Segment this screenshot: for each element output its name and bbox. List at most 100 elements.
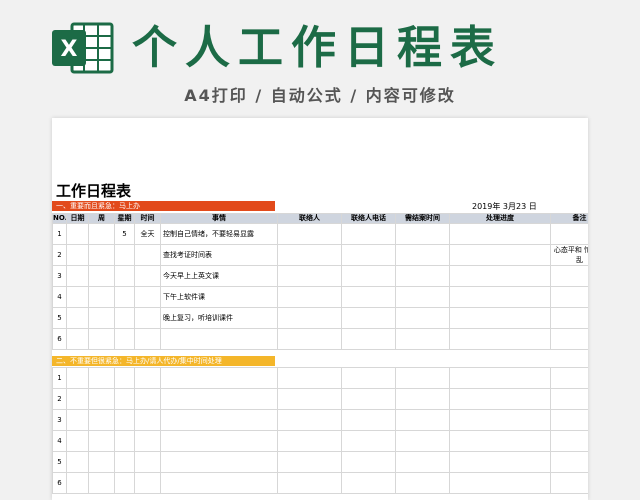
cell-progress[interactable] bbox=[449, 307, 551, 329]
cell-progress[interactable] bbox=[449, 265, 551, 287]
cell-weekday[interactable] bbox=[114, 409, 135, 431]
cell-weekday[interactable] bbox=[114, 286, 135, 308]
cell-phone[interactable] bbox=[341, 451, 396, 473]
cell-weekday[interactable] bbox=[114, 328, 135, 350]
cell-task[interactable] bbox=[160, 451, 278, 473]
cell-note[interactable] bbox=[550, 451, 588, 473]
cell-weekday[interactable] bbox=[114, 367, 135, 389]
cell-time[interactable] bbox=[134, 265, 161, 287]
cell-time[interactable] bbox=[134, 307, 161, 329]
cell-week[interactable] bbox=[88, 409, 115, 431]
cell-week[interactable] bbox=[88, 328, 115, 350]
col-header-weekday[interactable]: 星期 bbox=[114, 213, 135, 224]
cell-date[interactable] bbox=[66, 409, 89, 431]
cell-time[interactable] bbox=[134, 286, 161, 308]
cell-date[interactable] bbox=[66, 451, 89, 473]
col-header-date[interactable]: 日期 bbox=[66, 213, 89, 224]
cell-no[interactable]: 2 bbox=[52, 244, 67, 266]
cell-date[interactable] bbox=[66, 307, 89, 329]
cell-progress[interactable] bbox=[449, 472, 551, 494]
col-header-note[interactable]: 备注 bbox=[550, 213, 588, 224]
cell-contact[interactable] bbox=[277, 244, 342, 266]
col-header-phone[interactable]: 联络人电话 bbox=[341, 213, 396, 224]
cell-contact[interactable] bbox=[277, 367, 342, 389]
cell-week[interactable] bbox=[88, 307, 115, 329]
cell-task[interactable] bbox=[160, 388, 278, 410]
cell-deadline[interactable] bbox=[395, 430, 450, 452]
cell-deadline[interactable] bbox=[395, 286, 450, 308]
cell-deadline[interactable] bbox=[395, 409, 450, 431]
cell-progress[interactable] bbox=[449, 430, 551, 452]
cell-note[interactable] bbox=[550, 388, 588, 410]
cell-weekday[interactable] bbox=[114, 307, 135, 329]
cell-task[interactable] bbox=[160, 472, 278, 494]
cell-no[interactable]: 5 bbox=[52, 451, 67, 473]
cell-no[interactable]: 6 bbox=[52, 472, 67, 494]
cell-week[interactable] bbox=[88, 367, 115, 389]
cell-task[interactable]: 查找考证时间表 bbox=[160, 244, 278, 266]
cell-date[interactable] bbox=[66, 265, 89, 287]
cell-phone[interactable] bbox=[341, 328, 396, 350]
cell-progress[interactable] bbox=[449, 286, 551, 308]
cell-time[interactable] bbox=[134, 472, 161, 494]
cell-time[interactable] bbox=[134, 409, 161, 431]
cell-date[interactable] bbox=[66, 328, 89, 350]
cell-week[interactable] bbox=[88, 451, 115, 473]
cell-time[interactable] bbox=[134, 244, 161, 266]
cell-week[interactable] bbox=[88, 430, 115, 452]
cell-weekday[interactable]: 5 bbox=[114, 223, 135, 245]
cell-time[interactable]: 全天 bbox=[134, 223, 161, 245]
col-header-time[interactable]: 时间 bbox=[134, 213, 161, 224]
cell-progress[interactable] bbox=[449, 367, 551, 389]
cell-contact[interactable] bbox=[277, 286, 342, 308]
cell-contact[interactable] bbox=[277, 307, 342, 329]
cell-note[interactable]: 心态平和 忙而不乱 bbox=[550, 244, 588, 266]
cell-progress[interactable] bbox=[449, 223, 551, 245]
col-header-task[interactable]: 事情 bbox=[160, 213, 278, 224]
cell-contact[interactable] bbox=[277, 430, 342, 452]
cell-weekday[interactable] bbox=[114, 244, 135, 266]
cell-date[interactable] bbox=[66, 286, 89, 308]
cell-time[interactable] bbox=[134, 388, 161, 410]
cell-contact[interactable] bbox=[277, 451, 342, 473]
cell-progress[interactable] bbox=[449, 328, 551, 350]
cell-note[interactable] bbox=[550, 409, 588, 431]
cell-task[interactable]: 控制自己情绪，不要轻易显露 bbox=[160, 223, 278, 245]
cell-task[interactable] bbox=[160, 367, 278, 389]
cell-weekday[interactable] bbox=[114, 472, 135, 494]
cell-week[interactable] bbox=[88, 265, 115, 287]
cell-date[interactable] bbox=[66, 472, 89, 494]
cell-task[interactable] bbox=[160, 430, 278, 452]
cell-contact[interactable] bbox=[277, 223, 342, 245]
col-header-deadline[interactable]: 需结案时间 bbox=[395, 213, 450, 224]
cell-deadline[interactable] bbox=[395, 451, 450, 473]
cell-contact[interactable] bbox=[277, 328, 342, 350]
cell-deadline[interactable] bbox=[395, 223, 450, 245]
col-header-no[interactable]: NO. bbox=[52, 213, 67, 224]
col-header-contact[interactable]: 联络人 bbox=[277, 213, 342, 224]
cell-date[interactable] bbox=[66, 367, 89, 389]
cell-phone[interactable] bbox=[341, 430, 396, 452]
cell-deadline[interactable] bbox=[395, 244, 450, 266]
section2-header[interactable]: 二、不重要但很紧急：马上办/请人代办/集中时间处理 bbox=[52, 356, 275, 366]
cell-task[interactable]: 下午上软件课 bbox=[160, 286, 278, 308]
cell-weekday[interactable] bbox=[114, 265, 135, 287]
cell-no[interactable]: 1 bbox=[52, 223, 67, 245]
cell-phone[interactable] bbox=[341, 265, 396, 287]
cell-phone[interactable] bbox=[341, 472, 396, 494]
cell-phone[interactable] bbox=[341, 223, 396, 245]
cell-task[interactable] bbox=[160, 328, 278, 350]
cell-note[interactable] bbox=[550, 328, 588, 350]
cell-note[interactable] bbox=[550, 223, 588, 245]
cell-deadline[interactable] bbox=[395, 328, 450, 350]
cell-weekday[interactable] bbox=[114, 430, 135, 452]
cell-time[interactable] bbox=[134, 328, 161, 350]
cell-no[interactable]: 5 bbox=[52, 307, 67, 329]
cell-phone[interactable] bbox=[341, 307, 396, 329]
cell-deadline[interactable] bbox=[395, 307, 450, 329]
cell-no[interactable]: 3 bbox=[52, 265, 67, 287]
cell-task[interactable] bbox=[160, 409, 278, 431]
cell-date[interactable] bbox=[66, 244, 89, 266]
cell-note[interactable] bbox=[550, 286, 588, 308]
cell-progress[interactable] bbox=[449, 388, 551, 410]
